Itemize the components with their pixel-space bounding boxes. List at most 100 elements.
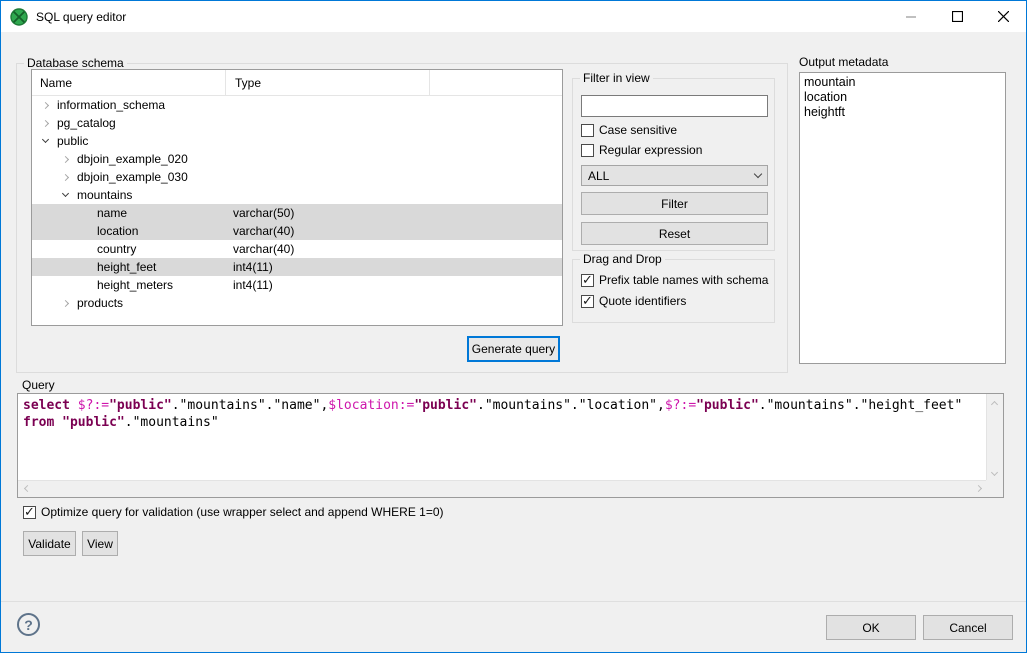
cancel-button[interactable]: Cancel	[923, 615, 1013, 640]
help-button[interactable]: ?	[17, 613, 40, 636]
tree-item-name: height_feet	[97, 258, 156, 276]
metadata-item[interactable]: location	[804, 90, 1001, 105]
tree-row-country[interactable]: country varchar(40)	[32, 240, 562, 258]
case-sensitive-label: Case sensitive	[599, 123, 677, 137]
output-metadata-list[interactable]: mountainlocationheightft	[799, 72, 1006, 364]
tree-row-height_meters[interactable]: height_meters int4(11)	[32, 276, 562, 294]
filter-input[interactable]	[581, 95, 768, 117]
filter-scope-dropdown[interactable]: ALL	[581, 165, 768, 186]
tree-item-name: pg_catalog	[57, 114, 116, 132]
case-sensitive-checkbox[interactable]: Case sensitive	[581, 123, 677, 137]
chevron-down-icon	[754, 170, 762, 178]
minimize-button[interactable]	[888, 1, 934, 32]
tree-row-pg_catalog[interactable]: pg_catalog	[32, 114, 562, 132]
tree-item-name: mountains	[77, 186, 132, 204]
ok-button[interactable]: OK	[826, 615, 916, 640]
tree-item-name: products	[77, 294, 123, 312]
filter-group-label: Filter in view	[580, 71, 653, 85]
horizontal-scrollbar[interactable]	[18, 480, 986, 497]
scroll-down-icon[interactable]	[992, 470, 999, 477]
scroll-right-icon[interactable]	[976, 486, 983, 493]
database-schema-label: Database schema	[24, 56, 127, 70]
regular-expression-checkbox[interactable]: Regular expression	[581, 143, 702, 157]
chevron-expanded-icon[interactable]	[40, 140, 50, 142]
minimize-icon	[906, 12, 916, 22]
tree-row-location[interactable]: location varchar(40)	[32, 222, 562, 240]
quote-identifiers-label: Quote identifiers	[599, 294, 686, 308]
app-icon	[10, 8, 28, 26]
chevron-expanded-icon[interactable]	[60, 194, 70, 196]
filter-scope-value: ALL	[588, 169, 609, 183]
tree-row-mountains[interactable]: mountains	[32, 186, 562, 204]
checkbox-box-icon[interactable]	[581, 144, 594, 157]
query-editor[interactable]: select $?:="public"."mountains"."name",$…	[17, 393, 1004, 498]
tree-item-name: public	[57, 132, 88, 150]
help-icon: ?	[24, 617, 33, 633]
maximize-icon	[952, 11, 963, 22]
validate-button[interactable]: Validate	[23, 531, 76, 556]
tree-row-dbjoin_example_030[interactable]: dbjoin_example_030	[32, 168, 562, 186]
footer-separator	[1, 601, 1026, 602]
metadata-item[interactable]: heightft	[804, 105, 1001, 120]
vertical-scrollbar[interactable]	[986, 394, 1003, 480]
close-button[interactable]	[980, 1, 1026, 32]
tree-item-name: information_schema	[57, 96, 165, 114]
scrollbar-corner	[986, 480, 1003, 497]
chevron-collapsed-icon[interactable]	[40, 121, 50, 126]
window-title: SQL query editor	[36, 10, 126, 24]
query-label: Query	[22, 378, 55, 392]
tree-item-type: varchar(40)	[233, 222, 294, 240]
tree-item-name: name	[97, 204, 127, 222]
optimize-query-label: Optimize query for validation (use wrapp…	[41, 505, 444, 519]
tree-row-public[interactable]: public	[32, 132, 562, 150]
maximize-button[interactable]	[934, 1, 980, 32]
schema-tree[interactable]: Name Type information_schemapg_catalogpu…	[31, 69, 563, 326]
checkbox-box-icon[interactable]	[23, 506, 36, 519]
drag-and-drop-group: Drag and Drop Prefix table names with sc…	[572, 259, 775, 323]
regular-expression-label: Regular expression	[599, 143, 702, 157]
metadata-item[interactable]: mountain	[804, 75, 1001, 90]
column-header-name[interactable]: Name	[32, 70, 226, 96]
schema-tree-rows: information_schemapg_catalogpublicdbjoin…	[32, 96, 562, 312]
chevron-collapsed-icon[interactable]	[60, 301, 70, 306]
tree-item-type: int4(11)	[233, 276, 273, 294]
prefix-table-names-label: Prefix table names with schema	[599, 273, 768, 287]
reset-button[interactable]: Reset	[581, 222, 768, 245]
tree-item-name: country	[97, 240, 136, 258]
generate-query-button[interactable]: Generate query	[467, 336, 560, 362]
close-icon	[998, 11, 1009, 22]
prefix-table-names-checkbox[interactable]: Prefix table names with schema	[581, 273, 768, 287]
filter-button[interactable]: Filter	[581, 192, 768, 215]
drag-and-drop-label: Drag and Drop	[580, 252, 665, 266]
checkbox-box-icon[interactable]	[581, 274, 594, 287]
checkbox-box-icon[interactable]	[581, 295, 594, 308]
column-header-type[interactable]: Type	[227, 70, 430, 96]
window-controls	[888, 1, 1026, 32]
view-button[interactable]: View	[82, 531, 118, 556]
optimize-query-checkbox[interactable]: Optimize query for validation (use wrapp…	[23, 505, 444, 519]
quote-identifiers-checkbox[interactable]: Quote identifiers	[581, 294, 686, 308]
query-code[interactable]: select $?:="public"."mountains"."name",$…	[18, 394, 986, 480]
tree-item-name: location	[97, 222, 138, 240]
tree-item-type: int4(11)	[233, 258, 273, 276]
chevron-collapsed-icon[interactable]	[40, 103, 50, 108]
tree-item-name: dbjoin_example_020	[77, 150, 188, 168]
tree-row-dbjoin_example_020[interactable]: dbjoin_example_020	[32, 150, 562, 168]
tree-item-type: varchar(50)	[233, 204, 294, 222]
tree-item-name: height_meters	[97, 276, 173, 294]
filter-group: Filter in view Case sensitive Regular ex…	[572, 78, 775, 251]
scroll-left-icon[interactable]	[22, 486, 29, 493]
tree-row-information_schema[interactable]: information_schema	[32, 96, 562, 114]
sql-query-editor-dialog: SQL query editor Database schema Name Ty…	[0, 0, 1027, 653]
checkbox-box-icon[interactable]	[581, 124, 594, 137]
tree-row-name[interactable]: name varchar(50)	[32, 204, 562, 222]
title-bar: SQL query editor	[1, 1, 1026, 32]
chevron-collapsed-icon[interactable]	[60, 175, 70, 180]
schema-tree-header: Name Type	[32, 70, 562, 96]
chevron-collapsed-icon[interactable]	[60, 157, 70, 162]
tree-item-type: varchar(40)	[233, 240, 294, 258]
tree-row-products[interactable]: products	[32, 294, 562, 312]
tree-row-height_feet[interactable]: height_feet int4(11)	[32, 258, 562, 276]
scroll-up-icon[interactable]	[992, 399, 999, 406]
tree-item-name: dbjoin_example_030	[77, 168, 188, 186]
